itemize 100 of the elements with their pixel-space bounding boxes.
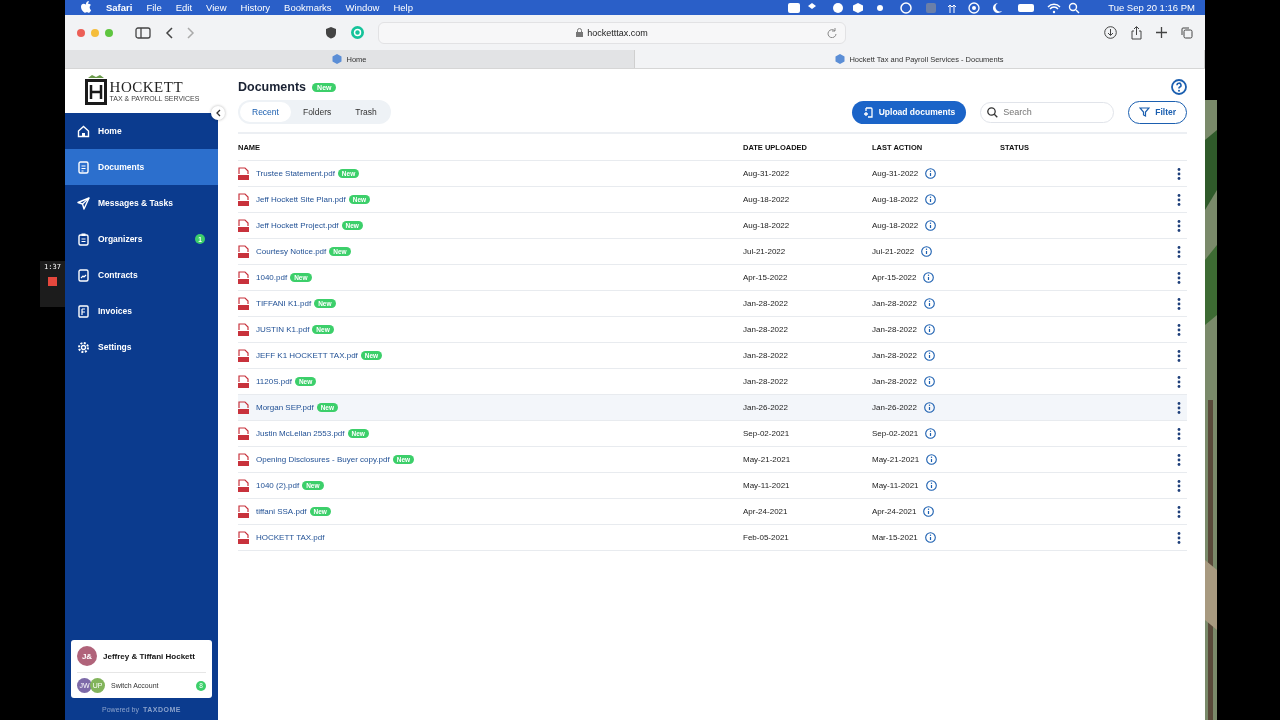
file-name-link[interactable]: tiffani SSA.pdf [256, 507, 307, 516]
pdf-file-icon [238, 245, 249, 258]
info-icon[interactable] [925, 220, 937, 231]
info-icon[interactable] [923, 376, 935, 387]
info-icon[interactable] [921, 246, 933, 257]
sidebar-item[interactable]: Invoices [65, 293, 218, 329]
info-icon[interactable] [923, 350, 935, 361]
info-icon[interactable] [923, 298, 935, 309]
info-icon[interactable] [925, 428, 937, 439]
file-name-link[interactable]: Opening Disclosures - Buyer copy.pdf [256, 455, 390, 464]
collapse-sidebar-button[interactable] [211, 106, 225, 120]
info-icon[interactable] [926, 454, 938, 465]
home-icon [77, 124, 90, 138]
last-action-cell: Jan-28-2022 [872, 299, 917, 308]
share-icon[interactable] [1131, 25, 1142, 40]
date-uploaded-cell-text: May-11-2021 [743, 481, 791, 490]
info-icon[interactable] [925, 480, 937, 491]
more-options-icon[interactable] [1177, 193, 1181, 206]
info-icon[interactable] [923, 272, 935, 283]
document-icon [77, 160, 90, 174]
more-options-icon[interactable] [1177, 427, 1181, 440]
file-name-link[interactable]: 1120S.pdf [256, 377, 292, 386]
pdf-file-icon [238, 271, 249, 284]
menu-item[interactable]: History [240, 2, 271, 13]
file-name-link[interactable]: HOCKETT TAX.pdf [256, 533, 325, 542]
menu-item[interactable]: View [206, 2, 227, 13]
pdf-file-icon [238, 349, 249, 362]
file-name-link[interactable]: JUSTIN K1.pdf [256, 325, 310, 334]
menu-item[interactable]: Bookmarks [284, 2, 332, 13]
help-icon[interactable] [1171, 79, 1187, 95]
info-icon[interactable] [925, 168, 937, 179]
file-name-link[interactable]: Jeff Hockett Site Plan.pdf [256, 195, 346, 204]
menu-item[interactable]: Edit [175, 2, 193, 13]
more-options-icon[interactable] [1177, 375, 1181, 388]
date-uploaded-cell-text: Apr-24-2021 [743, 507, 789, 516]
shield-icon[interactable] [325, 26, 337, 39]
more-options-icon[interactable] [1177, 323, 1181, 336]
more-options-icon[interactable] [1177, 297, 1181, 310]
pdf-file-icon [238, 401, 249, 414]
menu-item[interactable]: Window [345, 2, 380, 13]
sidebar-toggle-icon[interactable] [135, 26, 151, 39]
reload-icon[interactable] [827, 27, 837, 38]
tabs-overview-icon[interactable] [1181, 26, 1193, 39]
file-name-link[interactable]: Morgan SEP.pdf [256, 403, 314, 412]
app-menu[interactable]: Safari [106, 2, 133, 13]
account-avatar: J& [77, 646, 97, 666]
search-field[interactable]: Search [980, 101, 1115, 123]
file-name-link[interactable]: Trustee Statement.pdf [256, 169, 335, 178]
tab[interactable]: Trash [343, 102, 389, 122]
file-name-link[interactable]: 1040.pdf [256, 273, 288, 282]
info-icon[interactable] [923, 324, 935, 335]
table-row[interactable]: HOCKETT TAX.pdf Feb-05-2021 Mar-15-2021 [238, 525, 1187, 551]
site-favicon [835, 54, 846, 64]
more-options-icon[interactable] [1177, 401, 1181, 414]
download-icon[interactable] [1104, 26, 1117, 39]
file-name-link[interactable]: JEFF K1 HOCKETT TAX.pdf [256, 351, 358, 360]
sidebar-item[interactable]: Home [65, 113, 218, 149]
more-options-icon[interactable] [1177, 479, 1181, 492]
back-icon[interactable] [165, 26, 173, 39]
info-icon[interactable] [923, 402, 935, 413]
upload-documents-button[interactable]: Upload documents [851, 100, 967, 124]
window-controls[interactable] [77, 28, 113, 37]
file-name-link[interactable]: TIFFANI K1.pdf [256, 299, 312, 308]
info-icon[interactable] [924, 532, 936, 543]
sidebar-item[interactable]: Documents [65, 149, 218, 185]
clipboard-icon [77, 232, 90, 246]
last-action-cell: Aug-18-2022 [872, 221, 919, 230]
more-options-icon[interactable] [1177, 219, 1181, 232]
file-name-link[interactable]: Courtesy Notice.pdf [256, 247, 327, 256]
menu-item[interactable]: Help [393, 2, 413, 13]
lock-icon [576, 28, 584, 37]
info-icon[interactable] [925, 194, 937, 205]
more-options-icon[interactable] [1177, 167, 1181, 180]
info-icon[interactable] [923, 506, 935, 517]
file-name-link[interactable]: Justin McLellan 2553.pdf [256, 429, 345, 438]
date-uploaded-cell-text: May-21-2021 [743, 455, 792, 464]
tab[interactable]: Recent [240, 102, 291, 122]
sidebar-item[interactable]: Messages & Tasks [65, 185, 218, 221]
more-options-icon[interactable] [1177, 531, 1181, 544]
sidebar-item[interactable]: Settings [65, 329, 218, 365]
more-options-icon[interactable] [1177, 271, 1181, 284]
apple-icon[interactable] [81, 1, 92, 14]
file-name-link[interactable]: 1040 (2).pdf [256, 481, 300, 490]
more-options-icon[interactable] [1177, 245, 1181, 258]
more-options-icon[interactable] [1177, 349, 1181, 362]
file-name-link[interactable]: Jeff Hockett Project.pdf [256, 221, 339, 230]
sidebar-item[interactable]: Contracts [65, 257, 218, 293]
new-tab-icon[interactable] [1156, 27, 1167, 38]
pdf-file-icon [238, 427, 249, 440]
menu-bar-clock[interactable]: Tue Sep 20 1:16 PM [1108, 2, 1195, 13]
more-options-icon[interactable] [1177, 505, 1181, 518]
page-title: Documents [238, 80, 307, 94]
menu-item[interactable]: File [146, 2, 162, 13]
more-options-icon[interactable] [1177, 453, 1181, 466]
last-action-cell: Jan-26-2022 [872, 403, 917, 412]
tab[interactable]: Folders [290, 102, 344, 122]
date-uploaded-cell-text: Aug-18-2022 [743, 221, 791, 230]
date-uploaded-cell-text: Jan-28-2022 [743, 325, 789, 334]
address-bar[interactable]: hocketttax.com [378, 21, 846, 44]
filter-button[interactable]: Filter [1128, 100, 1187, 124]
